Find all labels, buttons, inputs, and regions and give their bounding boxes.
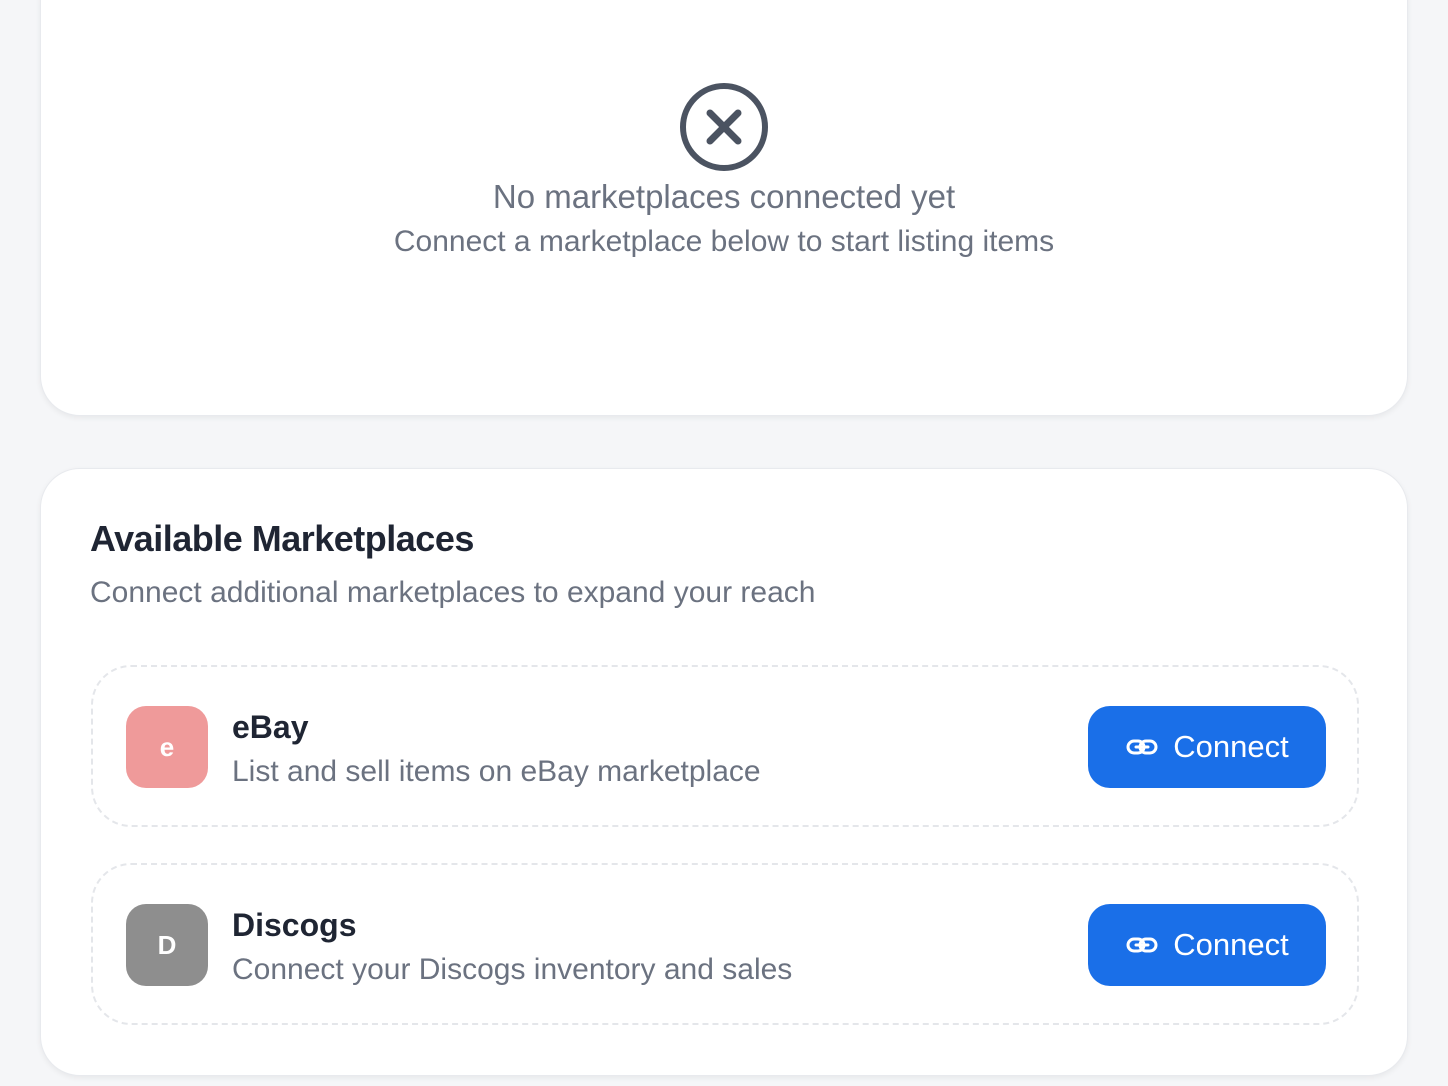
marketplace-name: eBay <box>232 709 309 745</box>
connect-button-label: Connect <box>1173 927 1289 962</box>
section-title: Available Marketplaces <box>90 518 474 559</box>
connect-discogs-button[interactable]: Connect <box>1088 904 1326 986</box>
x-circle-icon <box>680 83 768 171</box>
marketplace-name: Discogs <box>232 907 357 943</box>
empty-state-card: No marketplaces connected yet Connect a … <box>40 0 1408 416</box>
empty-state-subtitle: Connect a marketplace below to start lis… <box>393 225 1055 258</box>
marketplace-item-discogs: D Discogs Connect your Discogs inventory… <box>91 863 1359 1025</box>
available-marketplaces-card: Available Marketplaces Connect additiona… <box>40 468 1408 1076</box>
empty-state-title: No marketplaces connected yet <box>492 178 956 215</box>
connect-button-label: Connect <box>1173 729 1289 764</box>
section-subtitle: Connect additional marketplaces to expan… <box>90 576 816 609</box>
link-icon <box>1126 937 1158 953</box>
marketplace-description: List and sell items on eBay marketplace <box>232 755 761 788</box>
marketplace-item-ebay: e eBay List and sell items on eBay marke… <box>91 665 1359 827</box>
connect-ebay-button[interactable]: Connect <box>1088 706 1326 788</box>
link-icon <box>1126 739 1158 755</box>
marketplace-description: Connect your Discogs inventory and sales <box>232 953 793 986</box>
discogs-logo: D <box>126 904 208 986</box>
ebay-logo: e <box>126 706 208 788</box>
